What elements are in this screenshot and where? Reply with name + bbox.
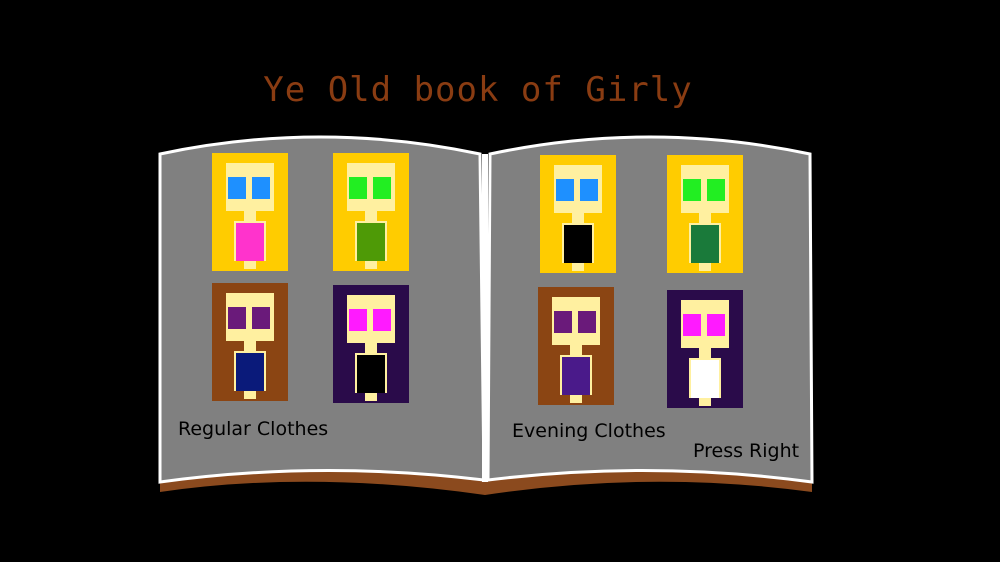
right-eye — [252, 177, 270, 199]
neck — [570, 345, 582, 355]
right-eye — [580, 179, 598, 201]
dress — [691, 360, 719, 398]
legs — [572, 263, 584, 271]
outfit-card-5 — [540, 155, 616, 273]
legs — [244, 261, 256, 269]
right-eye — [373, 177, 391, 199]
outfit-card-7 — [538, 287, 614, 405]
neck — [699, 348, 711, 358]
right-eye — [373, 309, 391, 331]
left-eye — [683, 314, 701, 336]
dress — [357, 223, 385, 261]
left-page-label: Regular Clothes — [178, 418, 329, 440]
dress — [236, 223, 264, 261]
outfit-card-1 — [212, 153, 288, 271]
left-eye — [349, 309, 367, 331]
book-spine — [482, 154, 488, 482]
dress — [236, 353, 264, 391]
dress — [357, 355, 385, 393]
neck — [365, 211, 377, 221]
right-eye — [707, 314, 725, 336]
right-eye — [707, 179, 725, 201]
neck — [572, 213, 584, 223]
right-eye — [252, 307, 270, 329]
outfit-card-2 — [333, 153, 409, 271]
outfit-card-3 — [212, 283, 288, 401]
neck — [365, 343, 377, 353]
page-title: Ye Old book of Girly — [263, 70, 693, 110]
press-right-prompt[interactable]: Press Right — [693, 440, 799, 462]
legs — [699, 398, 711, 406]
neck — [699, 213, 711, 223]
legs — [570, 395, 582, 403]
outfit-card-4 — [333, 285, 409, 403]
legs — [244, 391, 256, 399]
dress — [691, 225, 719, 263]
left-eye — [683, 179, 701, 201]
outfit-card-8 — [667, 290, 743, 408]
left-eye — [349, 177, 367, 199]
legs — [365, 393, 377, 401]
right-eye — [578, 311, 596, 333]
legs — [699, 263, 711, 271]
left-eye — [556, 179, 574, 201]
left-eye — [554, 311, 572, 333]
left-eye — [228, 177, 246, 199]
neck — [244, 211, 256, 221]
dress — [564, 225, 592, 263]
outfit-card-6 — [667, 155, 743, 273]
legs — [365, 261, 377, 269]
neck — [244, 341, 256, 351]
right-page-label: Evening Clothes — [512, 420, 666, 442]
dress — [562, 357, 590, 395]
left-eye — [228, 307, 246, 329]
